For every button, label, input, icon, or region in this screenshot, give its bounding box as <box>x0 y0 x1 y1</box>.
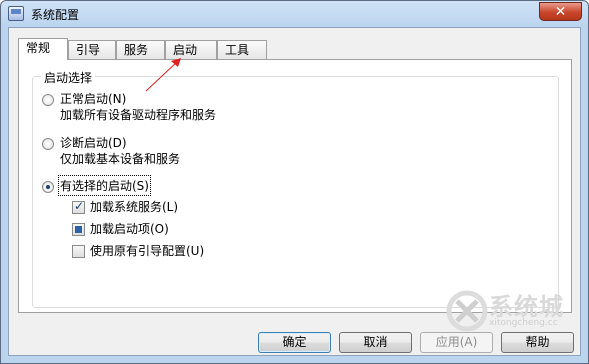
watermark-text: 系统城 <box>489 293 564 321</box>
watermark-url: xitongcheng.cc <box>489 318 558 328</box>
arrow-line <box>145 60 179 92</box>
watermark-logo-icon <box>446 290 488 332</box>
tab-general[interactable]: 常规 <box>18 38 68 60</box>
system-config-window: 系统配置 ✕ 常规 引导 服务 启动 工具 启动选择 正常启动(N) 加载所有设… <box>0 0 589 364</box>
watermark: 系统城 xitongcheng.cc <box>445 289 585 339</box>
